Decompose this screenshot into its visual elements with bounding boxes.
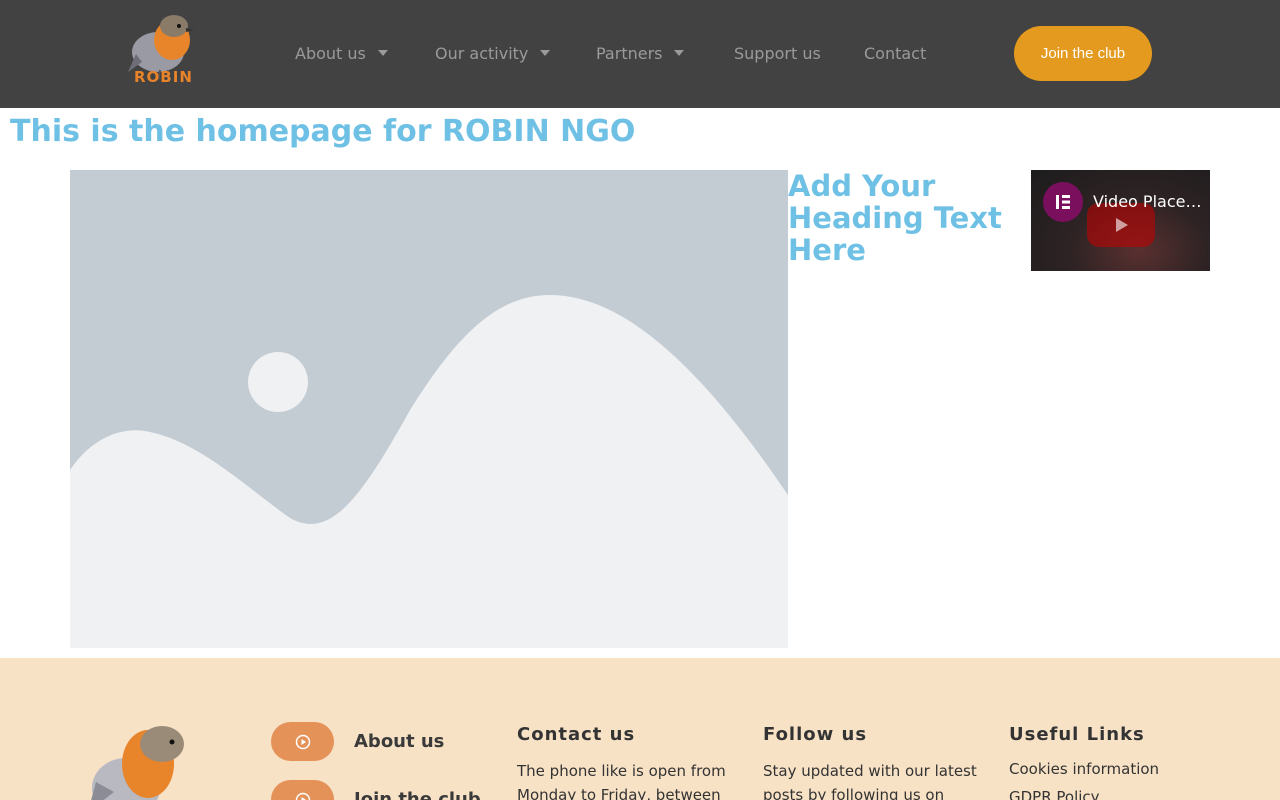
- video-title: Video Placeholder: [1093, 192, 1205, 211]
- nav-item-our-activity[interactable]: Our activity: [435, 41, 551, 65]
- useful-link-cookies[interactable]: Cookies information: [1009, 760, 1159, 778]
- footer-robin-logo: [88, 722, 198, 800]
- section-heading: Add Your Heading Text Here: [788, 169, 1002, 267]
- contact-us-text: The phone like is open from Monday to Fr…: [517, 762, 726, 800]
- chevron-down-icon: [540, 50, 551, 56]
- follow-us-text: Stay updated with our latest posts by fo…: [763, 762, 977, 800]
- footer-link-label: About us: [354, 731, 445, 752]
- footer-link-label: Join the club: [354, 789, 481, 800]
- contact-us-title: Contact us: [517, 724, 636, 745]
- footer-link-about-us[interactable]: About us: [271, 722, 444, 761]
- nav-item-label: Support us: [734, 43, 821, 63]
- follow-us-title: Follow us: [763, 724, 868, 745]
- footer-link-join-the-club[interactable]: Join the club: [271, 780, 481, 800]
- join-the-club-button[interactable]: Join the club: [1014, 26, 1152, 81]
- chevron-down-icon: [377, 50, 388, 56]
- nav-item-label: Partners: [596, 43, 663, 63]
- play-circle-icon: [271, 722, 334, 761]
- video-player[interactable]: Video Placeholder: [1031, 170, 1210, 271]
- play-circle-icon: [271, 780, 334, 800]
- image-placeholder: [70, 170, 788, 648]
- page-title: This is the homepage for ROBIN NGO: [10, 114, 636, 149]
- site-header: ROBIN About us Our activity Partners Sup…: [0, 0, 1280, 108]
- nav-item-label: Our activity: [435, 43, 529, 63]
- nav-item-about-us[interactable]: About us: [295, 41, 388, 65]
- nav-item-label: Contact: [864, 43, 927, 63]
- chevron-down-icon: [674, 50, 685, 56]
- nav-item-contact[interactable]: Contact: [864, 41, 926, 65]
- useful-links-title: Useful Links: [1009, 724, 1145, 745]
- nav-item-partners[interactable]: Partners: [596, 41, 685, 65]
- useful-link-gdpr[interactable]: GDPR Policy: [1009, 788, 1100, 800]
- nav-item-support-us[interactable]: Support us: [734, 41, 821, 65]
- nav-item-label: About us: [295, 43, 366, 63]
- logo-text: ROBIN: [134, 68, 193, 86]
- site-footer: About us Join the club Contact us The ph…: [0, 658, 1280, 800]
- elementor-logo-icon: [1043, 182, 1083, 222]
